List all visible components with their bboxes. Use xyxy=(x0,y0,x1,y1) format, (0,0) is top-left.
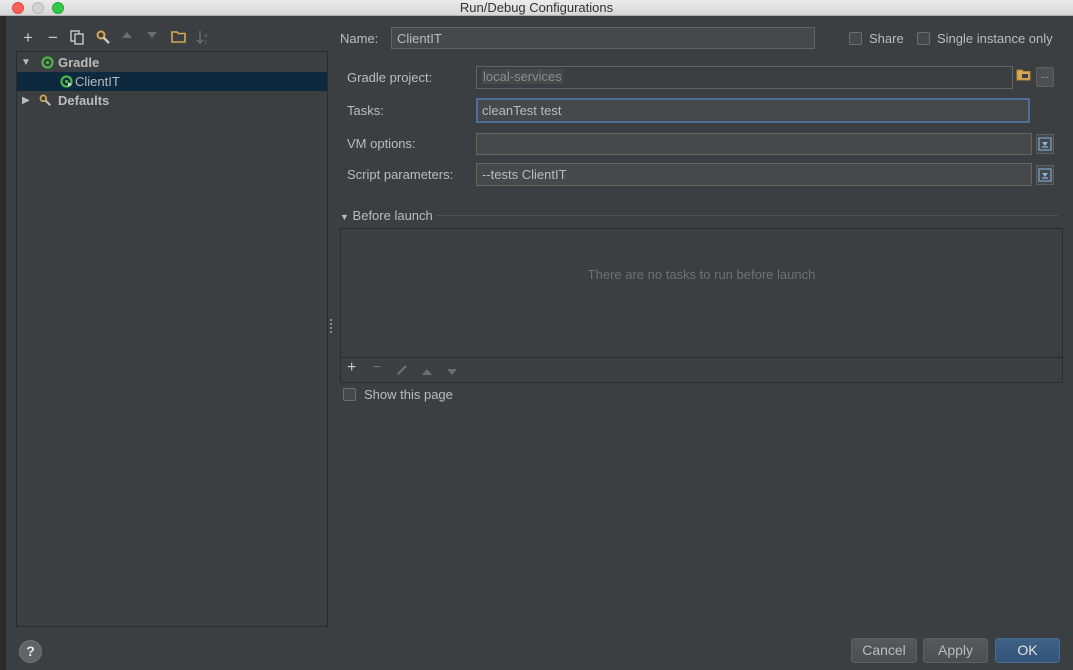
select-project-folder-icon[interactable] xyxy=(1016,68,1031,84)
name-label: Name: xyxy=(340,31,379,46)
move-down-icon[interactable] xyxy=(143,28,161,48)
copy-icon[interactable] xyxy=(68,28,86,48)
help-button[interactable]: ? xyxy=(19,640,42,663)
apply-button[interactable]: Apply xyxy=(923,638,988,663)
add-task-icon[interactable]: + xyxy=(347,359,356,377)
edit-task-icon[interactable] xyxy=(396,363,409,380)
share-label: Share xyxy=(869,31,904,46)
before-launch-title: Before launch xyxy=(352,208,433,223)
move-task-down-icon[interactable] xyxy=(446,364,458,381)
show-this-page-checkbox[interactable] xyxy=(343,388,356,401)
name-field[interactable] xyxy=(391,27,815,49)
wrench-icon[interactable] xyxy=(94,28,112,48)
close-window-button[interactable] xyxy=(12,2,24,14)
expand-vm-options-button[interactable] xyxy=(1036,134,1054,154)
move-task-up-icon[interactable] xyxy=(421,364,433,381)
single-instance-checkbox[interactable] xyxy=(917,32,930,45)
wrench-icon xyxy=(39,94,52,107)
expand-script-parameters-button[interactable] xyxy=(1036,165,1054,185)
add-icon[interactable]: + xyxy=(19,28,37,48)
show-this-page-label: Show this page xyxy=(364,387,453,402)
move-up-icon[interactable] xyxy=(118,28,136,48)
gradle-icon xyxy=(41,56,54,69)
browse-button[interactable]: ... xyxy=(1036,67,1054,87)
tasks-field[interactable] xyxy=(476,98,1030,123)
panel-splitter-handle[interactable] xyxy=(329,318,333,334)
tree-item-label: Defaults xyxy=(58,93,110,108)
svg-text:a: a xyxy=(204,32,208,39)
section-divider xyxy=(437,215,1058,216)
before-launch-toggle[interactable]: ▼ Before launch xyxy=(340,208,433,223)
tree-item-label: Gradle xyxy=(58,55,100,70)
share-checkbox[interactable] xyxy=(849,32,862,45)
collapse-triangle-icon: ▼ xyxy=(340,212,349,222)
window-title: Run/Debug Configurations xyxy=(459,0,614,15)
folder-icon[interactable] xyxy=(169,28,187,48)
collapse-arrow-icon[interactable]: ▶ xyxy=(22,91,30,110)
script-parameters-label: Script parameters: xyxy=(347,167,454,182)
cancel-button[interactable]: Cancel xyxy=(851,638,917,663)
vm-options-label: VM options: xyxy=(347,136,416,151)
gradle-project-value: local-services xyxy=(482,69,563,84)
script-parameters-field[interactable] xyxy=(476,163,1032,186)
tasks-label: Tasks: xyxy=(347,103,384,118)
before-launch-toolbar: + − xyxy=(341,357,1062,382)
tree-item-clientit[interactable]: ClientIT xyxy=(17,72,327,91)
single-instance-label: Single instance only xyxy=(937,31,1053,46)
before-launch-panel[interactable]: There are no tasks to run before launch … xyxy=(340,228,1063,383)
minimize-window-button[interactable] xyxy=(32,2,44,14)
zoom-window-button[interactable] xyxy=(52,2,64,14)
expand-icon xyxy=(1038,137,1052,151)
tree-item-defaults[interactable]: ▶ Defaults xyxy=(17,91,327,110)
gradle-project-label: Gradle project: xyxy=(347,70,433,85)
expand-icon xyxy=(1038,168,1052,182)
tree-item-gradle[interactable]: ▼ Gradle xyxy=(17,53,327,72)
expand-arrow-icon[interactable]: ▼ xyxy=(21,53,31,72)
remove-task-icon[interactable]: − xyxy=(372,359,381,377)
ok-button[interactable]: OK xyxy=(995,638,1060,663)
background-editor-strip xyxy=(0,16,6,670)
title-bar: Run/Debug Configurations xyxy=(0,0,1073,16)
before-launch-empty-text: There are no tasks to run before launch xyxy=(587,267,816,282)
vm-options-field[interactable] xyxy=(476,133,1032,155)
tree-item-label: ClientIT xyxy=(75,74,120,89)
sort-icon[interactable]: az xyxy=(194,28,212,48)
gradle-project-field[interactable]: local-services xyxy=(476,66,1013,89)
configurations-tree[interactable]: ▼ Gradle ClientIT ▶ Defaults xyxy=(16,51,328,627)
svg-text:z: z xyxy=(204,39,207,45)
remove-icon[interactable]: − xyxy=(44,28,62,48)
gradle-config-icon xyxy=(60,75,73,88)
